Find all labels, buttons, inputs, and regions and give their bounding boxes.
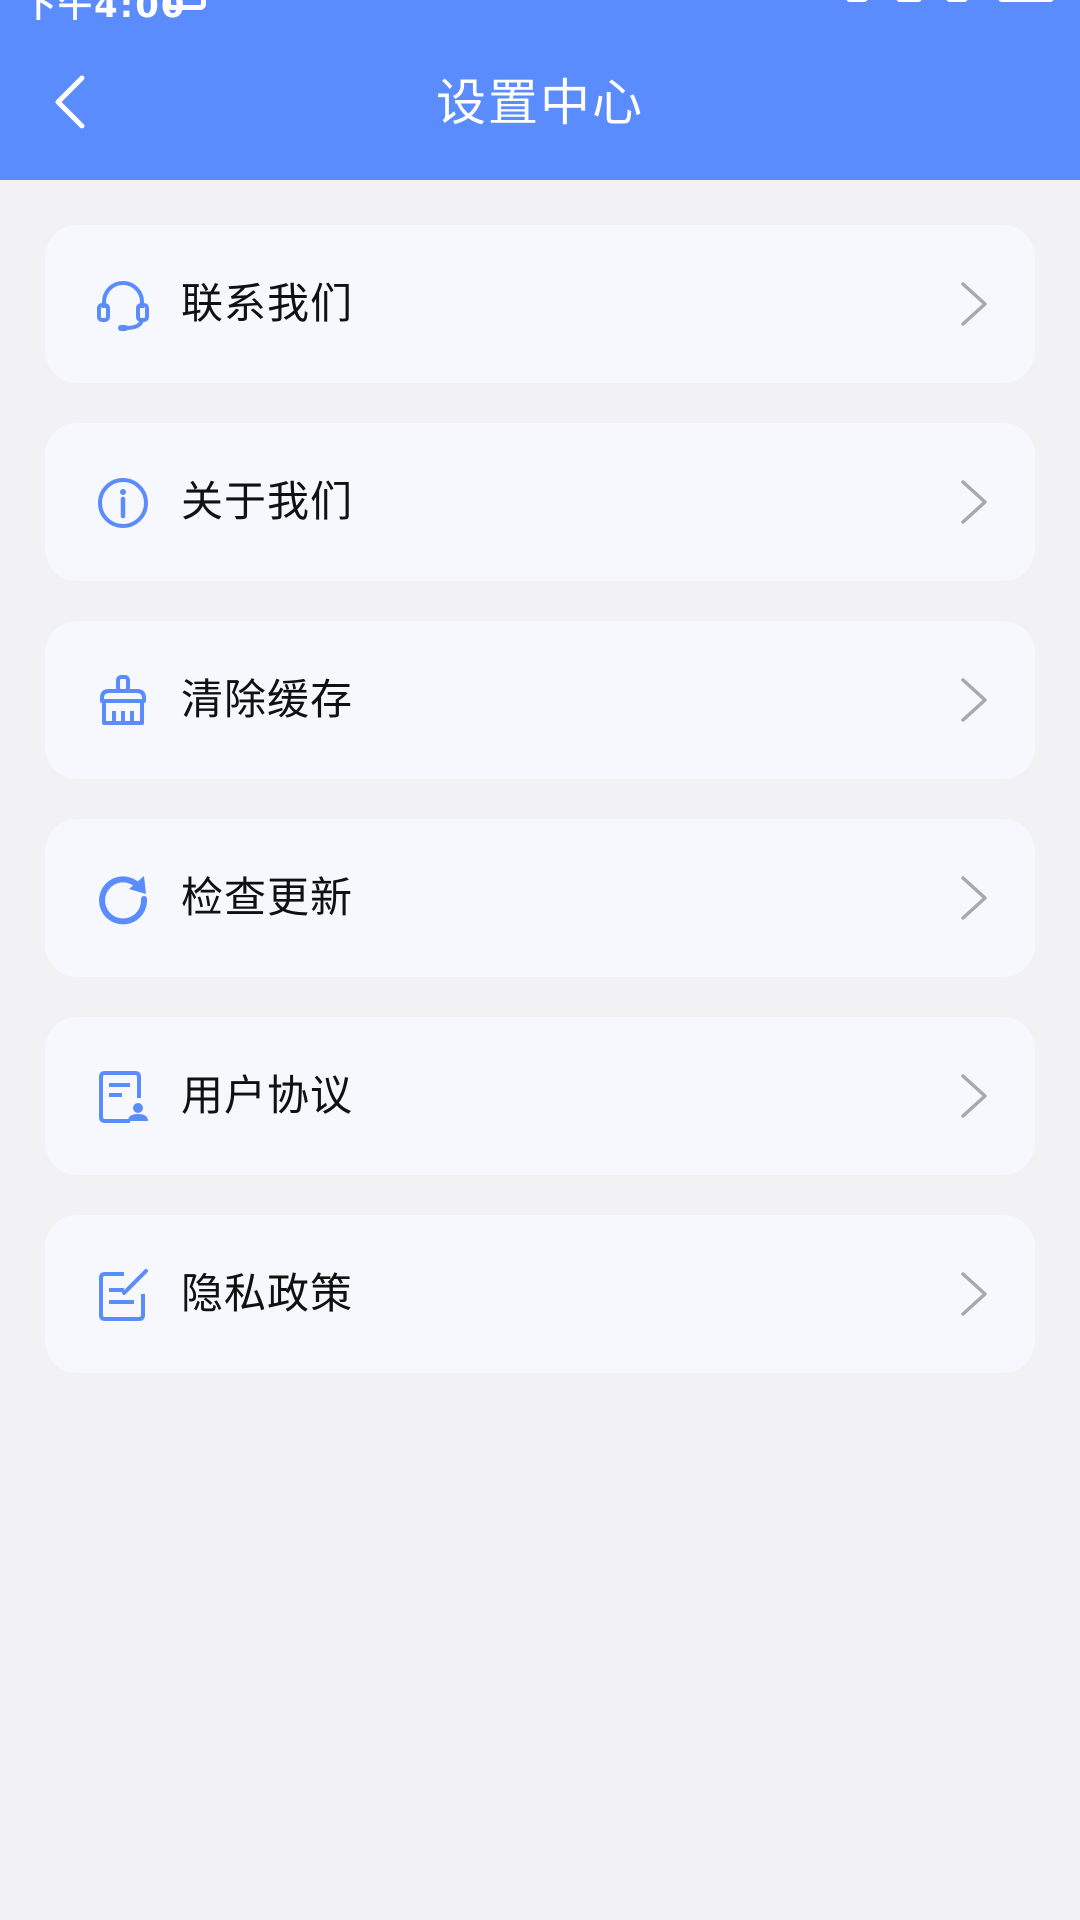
chevron-right-icon	[961, 678, 987, 722]
signal-icon	[846, 0, 868, 2]
menu-item-about-us[interactable]: 关于我们	[45, 423, 1035, 581]
settings-list: 联系我们 关于我们 清除缓存 检查更新 用户协议 隐私政策	[45, 225, 1035, 1413]
headset-icon	[97, 281, 149, 331]
info-icon	[98, 478, 148, 528]
menu-item-check-update[interactable]: 检查更新	[45, 819, 1035, 977]
chevron-right-icon	[961, 1074, 987, 1118]
status-indicators	[826, 0, 1056, 4]
chevron-right-icon	[961, 876, 987, 920]
edit-document-icon	[99, 1269, 148, 1321]
app-header: 下午4:00 设置中心	[0, 0, 1080, 180]
battery-small-icon	[946, 0, 968, 2]
menu-item-label: 用户协议	[181, 1071, 354, 1120]
menu-item-user-agreement[interactable]: 用户协议	[45, 1017, 1035, 1175]
chevron-right-icon	[961, 282, 987, 326]
menu-item-label: 清除缓存	[181, 675, 354, 724]
wifi-icon	[896, 0, 922, 2]
user-document-icon	[99, 1071, 148, 1123]
chevron-right-icon	[961, 480, 987, 524]
menu-item-label: 检查更新	[181, 873, 354, 922]
menu-item-privacy-policy[interactable]: 隐私政策	[45, 1215, 1035, 1373]
page-title: 设置中心	[436, 74, 644, 132]
menu-item-label: 关于我们	[181, 477, 354, 526]
status-time: 下午4:00	[22, 0, 187, 20]
menu-item-clear-cache[interactable]: 清除缓存	[45, 621, 1035, 779]
menu-item-label: 联系我们	[181, 279, 354, 328]
battery-icon	[998, 0, 1054, 2]
broom-icon	[100, 675, 146, 725]
menu-item-contact-us[interactable]: 联系我们	[45, 225, 1035, 383]
refresh-icon	[99, 876, 148, 925]
chevron-right-icon	[961, 1272, 987, 1316]
sim-card-icon	[166, 0, 206, 10]
menu-item-label: 隐私政策	[181, 1269, 354, 1318]
status-bar: 下午4:00	[0, 0, 1080, 20]
